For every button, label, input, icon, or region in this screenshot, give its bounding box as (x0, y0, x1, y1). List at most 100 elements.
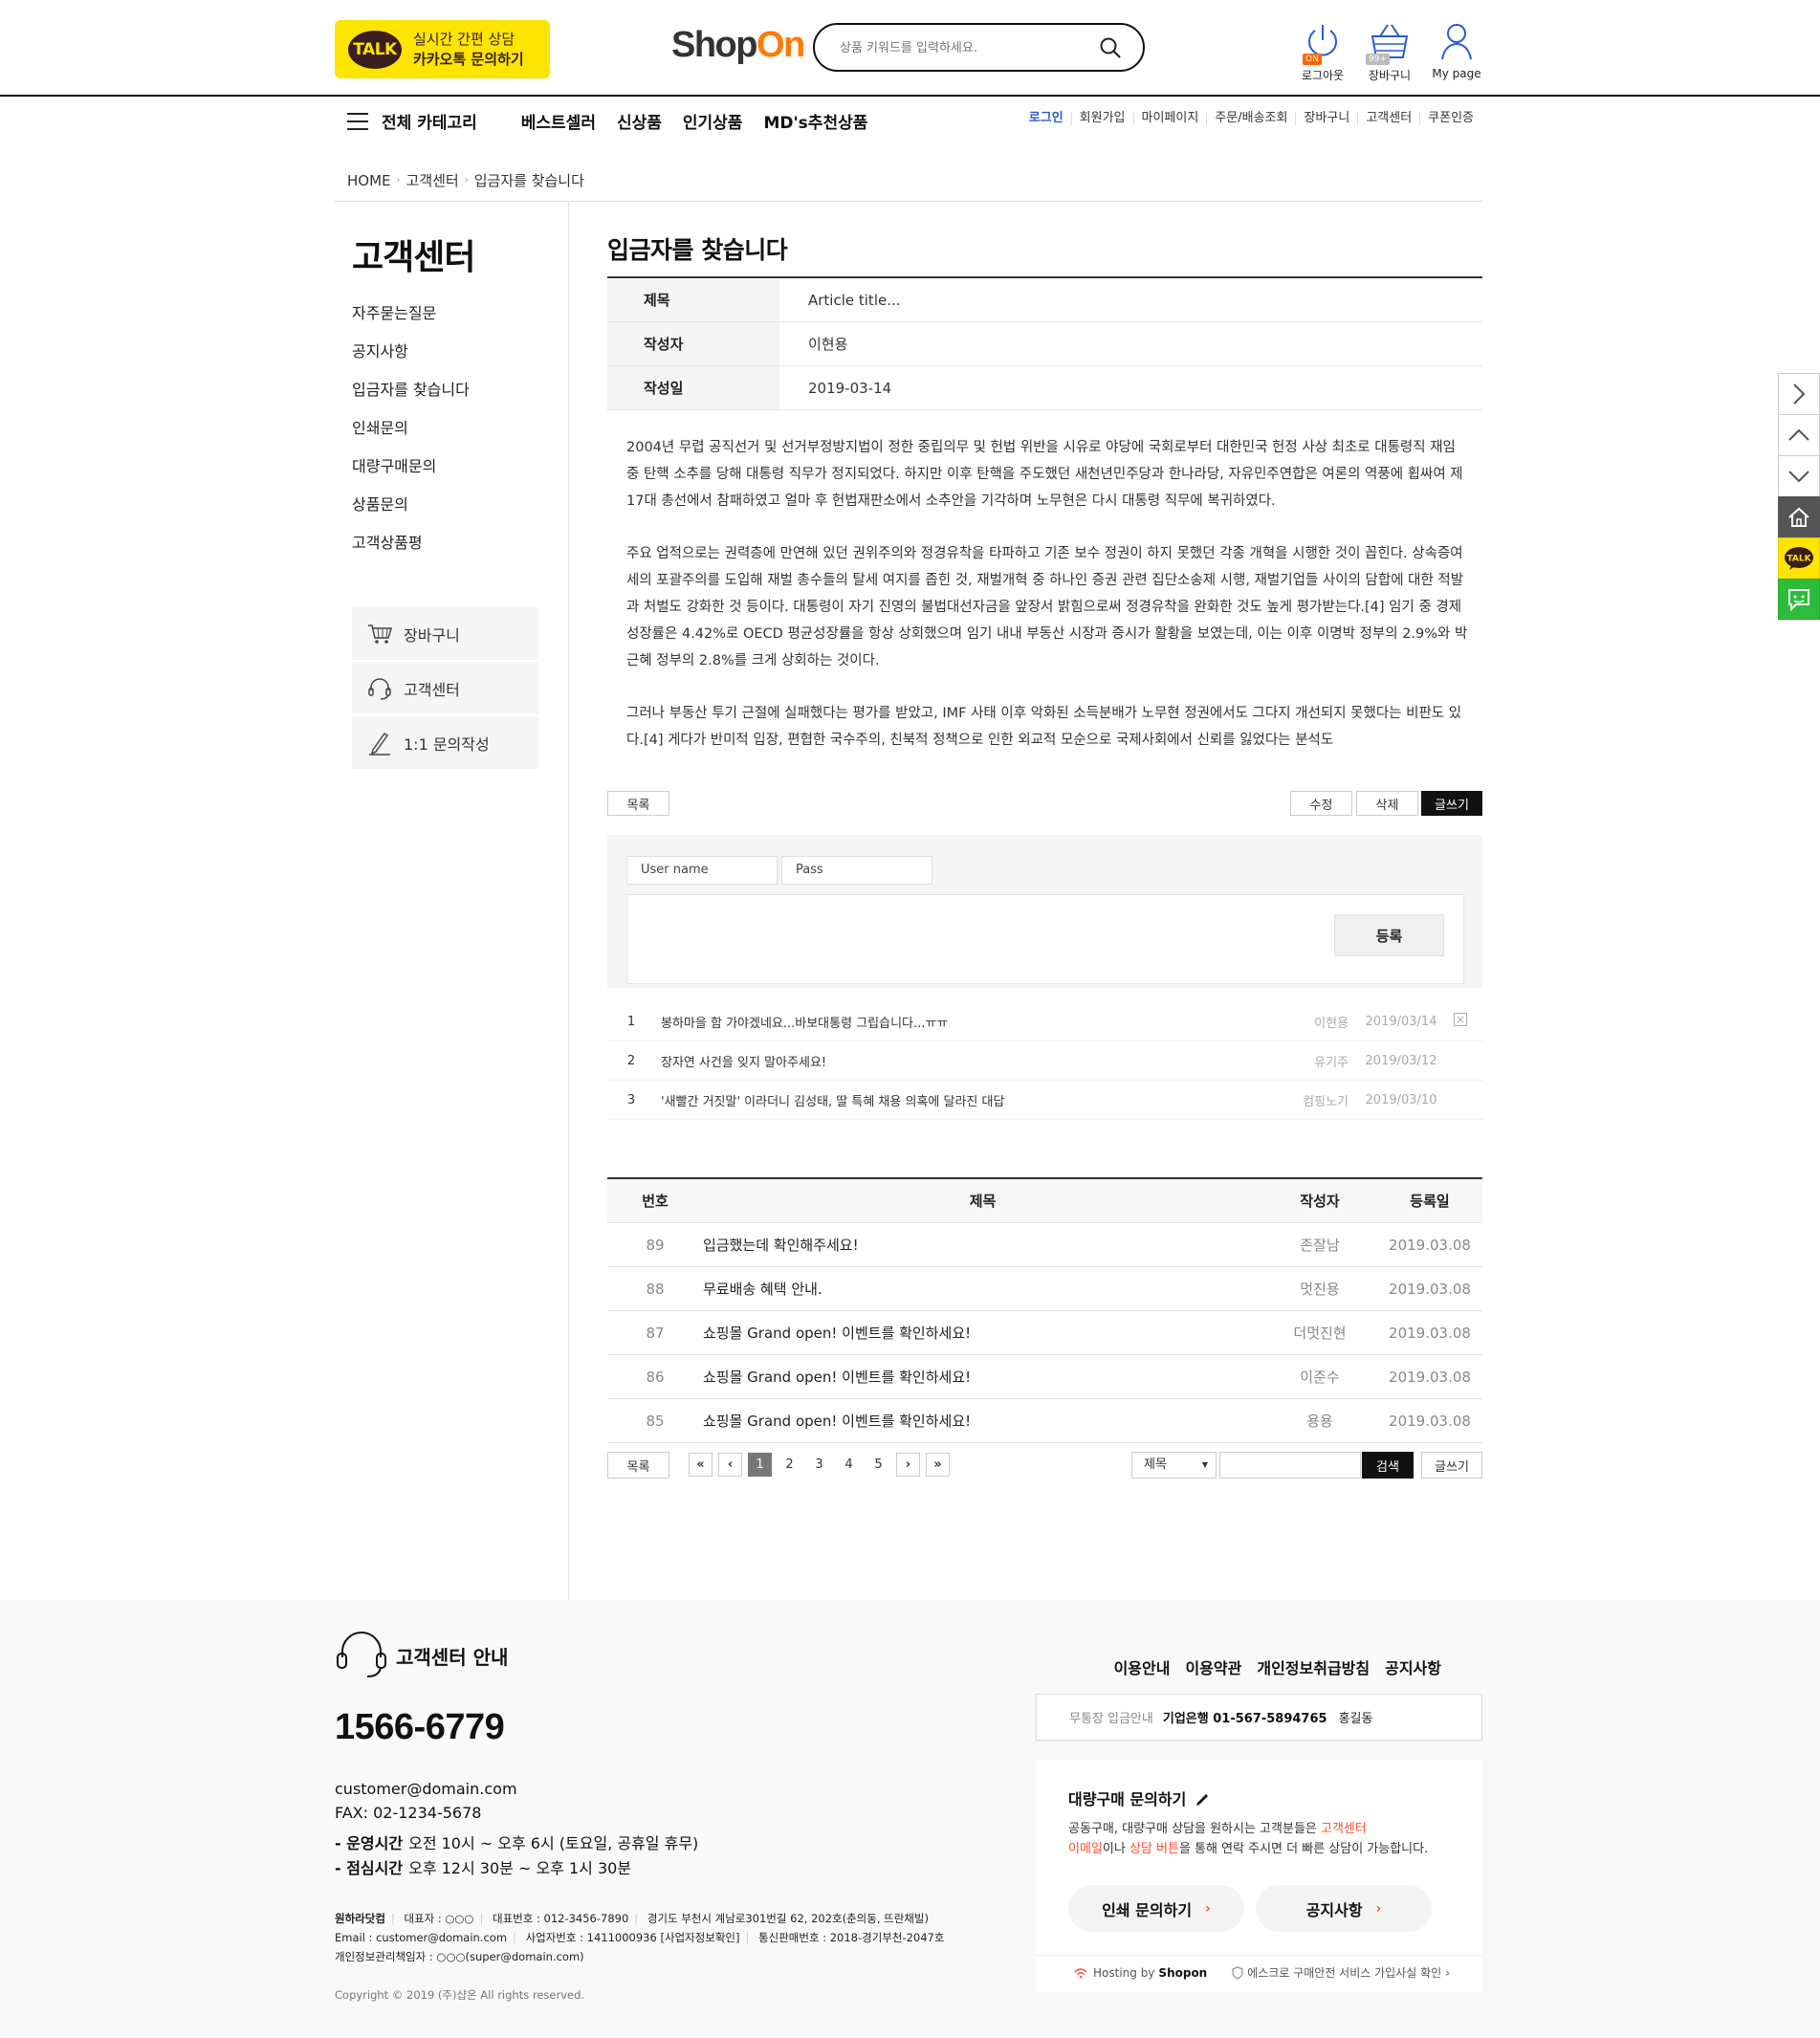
table-row[interactable]: 86 쇼핑몰 Grand open! 이벤트를 확인하세요! 이준수 2019.… (607, 1355, 1482, 1399)
chevron-right-icon (1793, 383, 1806, 405)
mypage-button[interactable]: My page (1423, 21, 1490, 80)
sidebar-item-product-qna[interactable]: 상품문의 (352, 493, 470, 532)
main-nav: 전체 카테고리 베스트셀러 신상품 인기상품 MD's추천상품 (347, 109, 867, 133)
row-title[interactable]: 쇼핑몰 Grand open! 이벤트를 확인하세요! (703, 1411, 1262, 1431)
nav-new[interactable]: 신상품 (617, 109, 662, 133)
notice-button[interactable]: 공지사항 › (1256, 1885, 1432, 1932)
page-5[interactable]: 5 (866, 1453, 890, 1477)
home-button[interactable] (1778, 496, 1820, 537)
footer-fax: FAX: 02-1234-5678 (335, 1804, 482, 1822)
footer-link-privacy[interactable]: 개인정보취급방침 (1257, 1655, 1370, 1678)
hours-value: 오전 10시 ~ 오후 6시 (토요일, 공휴일 휴무) (408, 1834, 699, 1852)
comment-textarea[interactable]: 등록 (626, 894, 1464, 984)
sidebar-item-reviews[interactable]: 고객상품평 (352, 532, 470, 570)
breadcrumb-separator: › (396, 175, 401, 186)
util-cart[interactable]: 장바구니 (1295, 112, 1357, 125)
comment-username-field[interactable]: User name (626, 856, 778, 885)
footer-copyright: Copyright © 2019 (주)샵온 All rights reserv… (335, 1988, 585, 2002)
quick-toggle-button[interactable] (1778, 373, 1820, 414)
kakao-talk-icon: TALK (1785, 547, 1813, 570)
page-2[interactable]: 2 (778, 1453, 801, 1477)
write-button[interactable]: 글쓰기 (1421, 791, 1482, 816)
table-row[interactable]: 87 쇼핑몰 Grand open! 이벤트를 확인하세요! 더멋진현 2019… (607, 1311, 1482, 1355)
nav-popular[interactable]: 인기상품 (683, 109, 743, 133)
util-login[interactable]: 로그인 (1021, 112, 1071, 125)
table-row[interactable]: 89 입금했는데 확인해주세요! 존잘남 2019.03.08 (607, 1223, 1482, 1267)
row-title[interactable]: 입금했는데 확인해주세요! (703, 1235, 1262, 1255)
table-row[interactable]: 85 쇼핑몰 Grand open! 이벤트를 확인하세요! 용용 2019.0… (607, 1399, 1482, 1443)
util-mypage[interactable]: 마이페이지 (1132, 112, 1207, 125)
headset-icon (337, 1632, 386, 1677)
next-page-icon[interactable]: › (896, 1453, 920, 1477)
comment-delete-icon[interactable] (1454, 1013, 1482, 1030)
sidebar-item-print[interactable]: 인쇄문의 (352, 417, 470, 455)
util-coupon[interactable]: 쿠폰인증 (1419, 112, 1481, 125)
company-biz-no[interactable]: 사업자번호 : 1411000936 [사업자정보확인] (526, 1931, 740, 1944)
board-search-button[interactable]: 검색 (1362, 1452, 1414, 1479)
sidebar-item-notice[interactable]: 공지사항 (352, 340, 470, 379)
sidebar-cart-link[interactable]: 장바구니 (352, 607, 538, 662)
row-author: 이준수 (1300, 1369, 1340, 1386)
site-logo[interactable]: ShopOn (671, 25, 805, 66)
first-page-icon[interactable]: « (689, 1453, 713, 1477)
footer-link-terms[interactable]: 이용약관 (1185, 1655, 1241, 1678)
util-join[interactable]: 회원가입 (1070, 112, 1133, 125)
board-write-button[interactable]: 글쓰기 (1421, 1452, 1482, 1479)
escrow-link[interactable]: 에스크로 구매안전 서비스 가입사실 확인 (1247, 1964, 1441, 1981)
meta-key: 제목 (607, 278, 779, 321)
last-page-icon[interactable]: » (926, 1453, 950, 1477)
row-title[interactable]: 쇼핑몰 Grand open! 이벤트를 확인하세요! (703, 1323, 1262, 1343)
footer-link-notice[interactable]: 공지사항 (1385, 1655, 1441, 1678)
util-orders[interactable]: 주문/배송조회 (1206, 112, 1295, 125)
comment-password-field[interactable]: Pass (781, 856, 932, 885)
all-category-link[interactable]: 전체 카테고리 (382, 109, 477, 133)
footer (0, 1600, 1820, 2038)
breadcrumb-home[interactable]: HOME (347, 172, 391, 189)
footer-email[interactable]: customer@domain.com (335, 1777, 517, 1801)
menu-icon[interactable] (347, 112, 368, 130)
cart-button[interactable]: 99+ 장바구니 (1356, 21, 1423, 83)
comment-submit-button[interactable]: 등록 (1334, 914, 1444, 956)
board-list-button[interactable]: 목록 (607, 1452, 669, 1479)
footer-link-guide[interactable]: 이용안내 (1114, 1655, 1171, 1678)
kakao-talk-banner[interactable]: TALK 실시간 간편 상담 카카오톡 문의하기 (335, 20, 550, 78)
scroll-top-button[interactable] (1778, 414, 1820, 455)
page-4[interactable]: 4 (837, 1453, 861, 1477)
row-title[interactable]: 쇼핑몰 Grand open! 이벤트를 확인하세요! (703, 1367, 1262, 1387)
list-button[interactable]: 목록 (607, 791, 669, 816)
article-page-title: 입금자를 찾습니다 (607, 236, 788, 264)
lunch-label: - 점심시간 (335, 1859, 404, 1877)
sidebar-inquiry-link[interactable]: 1:1 문의작성 (352, 716, 538, 771)
scroll-bottom-button[interactable] (1778, 455, 1820, 496)
table-row[interactable]: 88 무료배송 혜택 안내. 멋진용 2019.03.08 (607, 1267, 1482, 1311)
row-title[interactable]: 무료배송 혜택 안내. (703, 1279, 1262, 1299)
sidebar-item-bulk[interactable]: 대량구매문의 (352, 455, 470, 493)
edit-button[interactable]: 수정 (1290, 791, 1352, 816)
home-icon (1788, 507, 1809, 527)
sidebar-cs-link[interactable]: 고객센터 (352, 662, 538, 716)
search-input[interactable] (840, 36, 1079, 59)
logout-button[interactable]: ON 로그아웃 (1289, 21, 1356, 83)
header-date: 등록일 (1410, 1193, 1450, 1210)
prev-page-icon[interactable]: ‹ (718, 1453, 742, 1477)
sidebar-item-depositor[interactable]: 입금자를 찾습니다 (352, 379, 470, 417)
delete-button[interactable]: 삭제 (1356, 791, 1418, 816)
sidebar-item-faq[interactable]: 자주묻는질문 (352, 302, 470, 340)
comment-form: User name Pass 등록 (607, 835, 1482, 988)
search-icon[interactable] (1099, 36, 1122, 59)
page-1[interactable]: 1 (748, 1453, 772, 1477)
chat-button[interactable] (1778, 579, 1820, 620)
comment-no: 2 (626, 1053, 636, 1068)
print-inquiry-button[interactable]: 인쇄 문의하기 › (1068, 1885, 1244, 1932)
board-search-input[interactable] (1219, 1452, 1361, 1479)
comment-row: 2 장자연 사건을 잊지 말아주세요! 유기주 2019/03/12 (607, 1041, 1482, 1081)
util-cs[interactable]: 고객센터 (1357, 112, 1419, 125)
row-author: 용용 (1306, 1413, 1333, 1430)
page-3[interactable]: 3 (807, 1453, 831, 1477)
nav-md-pick[interactable]: MD's추천상품 (763, 109, 867, 133)
breadcrumb-cs[interactable]: 고객센터 (406, 170, 459, 190)
search-field-select[interactable]: 제목 (1131, 1452, 1217, 1479)
kakao-chat-button[interactable]: TALK (1778, 537, 1820, 579)
nav-bestseller[interactable]: 베스트셀러 (521, 109, 596, 133)
meta-row-date: 작성일 2019-03-14 (607, 366, 1482, 410)
